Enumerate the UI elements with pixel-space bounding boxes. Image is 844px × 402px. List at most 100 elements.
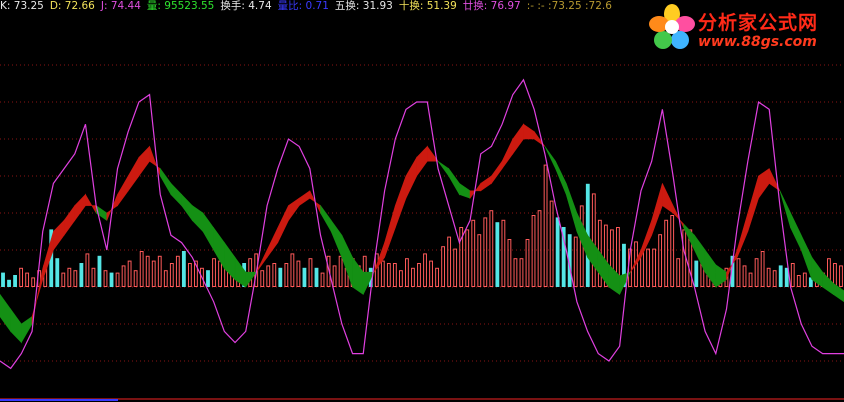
readout-item: 廿换: 76.97 [462, 0, 521, 12]
kd-ribbon-segment [747, 175, 759, 232]
kd-ribbon-segment [491, 160, 503, 185]
volume-bar [531, 215, 536, 287]
volume-bar [290, 253, 295, 287]
volume-bar [127, 260, 132, 288]
volume-bar [447, 236, 452, 288]
volume-bar [646, 248, 650, 288]
volume-bar [169, 263, 174, 287]
volume-bar [495, 222, 500, 287]
readout-item: 五换: 31.93 [334, 0, 393, 12]
volume-bar [658, 234, 663, 287]
kd-ribbon-segment [630, 249, 642, 273]
kd-ribbon-segment [0, 293, 11, 333]
volume-bar [477, 234, 482, 287]
j-line [0, 78, 844, 370]
volume-bar [591, 193, 596, 287]
volume-bar [453, 248, 458, 288]
readout-item: K: 73.25 [0, 0, 44, 12]
volume-bar [157, 255, 162, 287]
volume-bar [652, 248, 657, 288]
kd-ribbon-segment [448, 167, 460, 196]
kd-ribbon-segment [10, 308, 22, 344]
kd-ribbon-segment [320, 204, 332, 233]
volume-bar [121, 265, 126, 287]
kd-ribbon-segment [459, 182, 471, 199]
volume-bar [314, 267, 319, 287]
kd-ribbon-segment [523, 123, 535, 140]
volume-bar [405, 258, 409, 288]
volume-bar [766, 267, 771, 287]
kd-ribbon-segment [416, 145, 428, 177]
kd-ribbon-segment [790, 212, 802, 251]
volume-bar [573, 236, 578, 288]
volume-bar [302, 267, 307, 287]
volume-bar [525, 239, 530, 287]
volume-bar [435, 267, 439, 287]
volume-bar [772, 270, 777, 288]
kd-ribbon-segment [202, 212, 214, 252]
readout-item: J: 74.44 [100, 0, 141, 12]
volume-bar [338, 255, 343, 287]
volume-bar [833, 263, 837, 287]
volume-bar [13, 275, 17, 287]
volume-bar [760, 251, 765, 287]
chart-canvas[interactable] [0, 0, 844, 402]
volume-bar [31, 277, 36, 287]
volume-bar [218, 260, 222, 288]
kd-ribbon-segment [341, 235, 353, 288]
kd-ribbon-segment [63, 204, 76, 237]
kd-ribbon-segment [170, 182, 182, 207]
volume-bar [489, 210, 494, 287]
kd-ribbon-segment [266, 227, 279, 259]
volume-bar [513, 258, 518, 288]
volume-bar [754, 258, 759, 288]
volume-bar [25, 272, 30, 288]
kd-ribbon-segment [192, 205, 204, 233]
volume-bar [332, 265, 337, 287]
indicator-readout: K: 73.25 D: 72.66 J: 74.44 量: 95523.55 换手: 4… [0, 0, 618, 14]
volume-bar [145, 255, 150, 287]
volume-bar [664, 219, 669, 287]
volume-bar [386, 263, 391, 287]
volume-bar [175, 255, 180, 287]
volume-bar [61, 272, 66, 288]
volume-bar [380, 260, 385, 288]
kd-ribbon-segment [565, 183, 578, 232]
readout-item: 量比: 0.71 [277, 0, 329, 12]
volume-bar [91, 267, 96, 287]
kd-ribbon-segment [138, 145, 150, 177]
volume-bar [670, 215, 675, 287]
volume-bar [839, 265, 843, 287]
volume-bar [67, 267, 72, 287]
volume-bar [97, 255, 102, 287]
volume-bar [742, 265, 747, 287]
kd-ribbon-segment [480, 175, 492, 192]
kd-ribbon-segment [117, 174, 129, 207]
volume-bar [79, 263, 84, 287]
kd-ribbon-segment [288, 197, 300, 222]
kd-ribbon-segment [53, 219, 65, 251]
volume-bar [392, 263, 397, 287]
kd-ribbon-segment [277, 205, 289, 243]
readout-item: 量: 95523.55 [146, 0, 215, 12]
volume-bar [676, 258, 681, 288]
kd-ribbon-segment [512, 123, 524, 155]
kd-ribbon-segment [181, 193, 193, 222]
volume-bar [206, 270, 210, 287]
volume-bar [778, 265, 783, 287]
volume-bar [181, 251, 186, 287]
volume-bar [85, 253, 90, 287]
kd-ribbon-segment [501, 138, 514, 170]
volume-bar [55, 258, 60, 287]
readout-item: 换手: 4.74 [220, 0, 272, 12]
volume-bar [465, 229, 470, 287]
logo-url: www.88gs.com [698, 34, 817, 50]
volume-bar [212, 258, 216, 288]
volume-bar [748, 272, 753, 288]
volume-bar [417, 263, 421, 287]
kd-ribbon-segment [651, 183, 663, 236]
volume-bar [555, 217, 560, 287]
volume-bar [109, 272, 114, 287]
volume-bar [507, 239, 512, 287]
volume-bar [501, 219, 506, 287]
